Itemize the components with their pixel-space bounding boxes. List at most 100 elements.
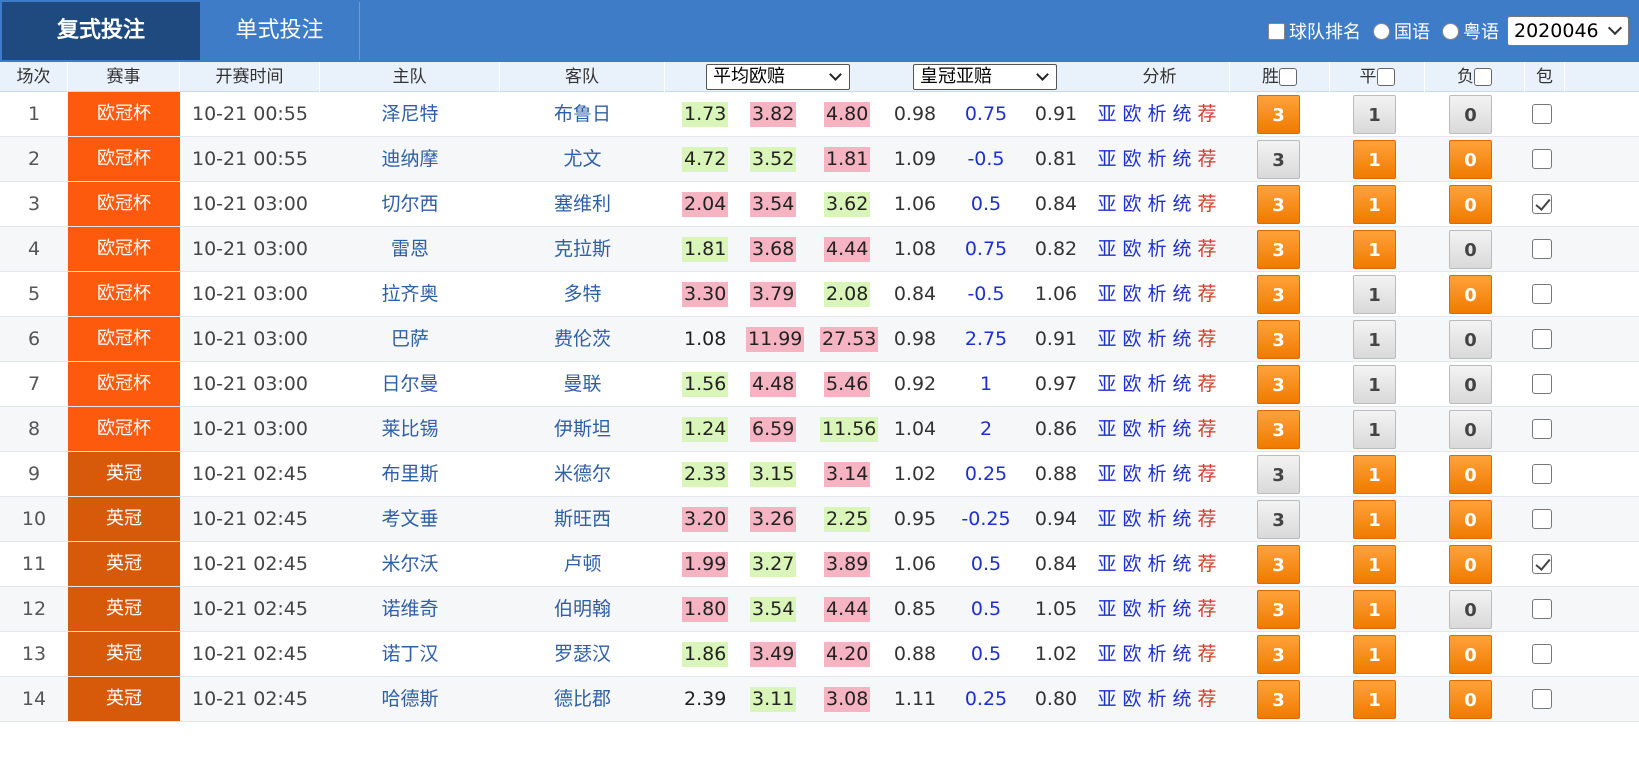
win-all-checkbox[interactable] (1279, 68, 1297, 86)
pick-loss-button[interactable]: 0 (1449, 500, 1492, 539)
stats-link[interactable]: 统 (1173, 598, 1198, 620)
recommend-link[interactable]: 荐 (1198, 463, 1223, 485)
away-team[interactable]: 曼联 (500, 362, 665, 406)
pick-draw-button[interactable]: 1 (1353, 590, 1396, 629)
pick-win-button[interactable]: 3 (1257, 635, 1300, 674)
analysis-link[interactable]: 析 (1147, 238, 1172, 260)
home-team[interactable]: 米尔沃 (320, 542, 500, 586)
stats-link[interactable]: 统 (1173, 193, 1198, 215)
euro-link[interactable]: 欧 (1122, 643, 1147, 665)
euro-link[interactable]: 欧 (1122, 328, 1147, 350)
bao-checkbox[interactable] (1532, 239, 1552, 259)
stats-link[interactable]: 统 (1173, 418, 1198, 440)
euro-odds-select[interactable]: 平均欧赔 (706, 64, 850, 90)
asian-link[interactable]: 亚 (1097, 328, 1122, 350)
pick-win-button[interactable]: 3 (1257, 545, 1300, 584)
away-team[interactable]: 尤文 (500, 137, 665, 181)
recommend-link[interactable]: 荐 (1198, 598, 1223, 620)
pick-win-button[interactable]: 3 (1257, 185, 1300, 224)
bao-checkbox[interactable] (1532, 464, 1552, 484)
bao-checkbox[interactable] (1532, 374, 1552, 394)
analysis-link[interactable]: 析 (1147, 193, 1172, 215)
euro-link[interactable]: 欧 (1122, 508, 1147, 530)
stats-link[interactable]: 统 (1173, 643, 1198, 665)
bao-checkbox[interactable] (1532, 644, 1552, 664)
tab-multi-bet[interactable]: 复式投注 (2, 2, 200, 60)
stats-link[interactable]: 统 (1173, 553, 1198, 575)
stats-link[interactable]: 统 (1173, 373, 1198, 395)
recommend-link[interactable]: 荐 (1198, 193, 1223, 215)
pick-win-button[interactable]: 3 (1257, 455, 1300, 494)
pick-draw-button[interactable]: 1 (1353, 455, 1396, 494)
away-team[interactable]: 伯明翰 (500, 587, 665, 631)
asian-link[interactable]: 亚 (1097, 103, 1122, 125)
analysis-link[interactable]: 析 (1147, 148, 1172, 170)
league-badge[interactable]: 欧冠杯 (68, 182, 180, 226)
euro-link[interactable]: 欧 (1122, 373, 1147, 395)
pick-draw-button[interactable]: 1 (1353, 140, 1396, 179)
pick-draw-button[interactable]: 1 (1353, 635, 1396, 674)
pick-loss-button[interactable]: 0 (1449, 95, 1492, 134)
bao-checkbox[interactable] (1532, 509, 1552, 529)
league-badge[interactable]: 欧冠杯 (68, 92, 180, 136)
recommend-link[interactable]: 荐 (1198, 238, 1223, 260)
pick-loss-button[interactable]: 0 (1449, 275, 1492, 314)
pick-loss-button[interactable]: 0 (1449, 635, 1492, 674)
analysis-link[interactable]: 析 (1147, 418, 1172, 440)
league-badge[interactable]: 英冠 (68, 497, 180, 541)
pick-loss-button[interactable]: 0 (1449, 455, 1492, 494)
pick-draw-button[interactable]: 1 (1353, 545, 1396, 584)
loss-all-checkbox[interactable] (1474, 68, 1492, 86)
euro-link[interactable]: 欧 (1122, 688, 1147, 710)
home-team[interactable]: 迪纳摩 (320, 137, 500, 181)
pick-loss-button[interactable]: 0 (1449, 590, 1492, 629)
pick-win-button[interactable]: 3 (1257, 230, 1300, 269)
league-badge[interactable]: 欧冠杯 (68, 137, 180, 181)
pick-win-button[interactable]: 3 (1257, 140, 1300, 179)
pick-win-button[interactable]: 3 (1257, 590, 1300, 629)
period-select[interactable]: 2020046 (1507, 16, 1629, 46)
cantonese-radio[interactable] (1442, 22, 1459, 40)
away-team[interactable]: 费伦茨 (500, 317, 665, 361)
away-team[interactable]: 克拉斯 (500, 227, 665, 271)
analysis-link[interactable]: 析 (1147, 373, 1172, 395)
analysis-link[interactable]: 析 (1147, 688, 1172, 710)
league-badge[interactable]: 英冠 (68, 587, 180, 631)
pick-draw-button[interactable]: 1 (1353, 95, 1396, 134)
league-badge[interactable]: 英冠 (68, 452, 180, 496)
analysis-link[interactable]: 析 (1147, 463, 1172, 485)
recommend-link[interactable]: 荐 (1198, 283, 1223, 305)
away-team[interactable]: 多特 (500, 272, 665, 316)
home-team[interactable]: 巴萨 (320, 317, 500, 361)
pick-draw-button[interactable]: 1 (1353, 275, 1396, 314)
pick-win-button[interactable]: 3 (1257, 275, 1300, 314)
pick-loss-button[interactable]: 0 (1449, 680, 1492, 719)
stats-link[interactable]: 统 (1173, 508, 1198, 530)
away-team[interactable]: 米德尔 (500, 452, 665, 496)
pick-loss-button[interactable]: 0 (1449, 230, 1492, 269)
asian-link[interactable]: 亚 (1097, 148, 1122, 170)
bao-checkbox[interactable] (1532, 104, 1552, 124)
pick-win-button[interactable]: 3 (1257, 410, 1300, 449)
euro-link[interactable]: 欧 (1122, 103, 1147, 125)
bao-checkbox[interactable] (1532, 329, 1552, 349)
euro-link[interactable]: 欧 (1122, 148, 1147, 170)
analysis-link[interactable]: 析 (1147, 328, 1172, 350)
recommend-link[interactable]: 荐 (1198, 328, 1223, 350)
bao-checkbox[interactable] (1532, 599, 1552, 619)
league-badge[interactable]: 欧冠杯 (68, 317, 180, 361)
home-team[interactable]: 诺维奇 (320, 587, 500, 631)
analysis-link[interactable]: 析 (1147, 508, 1172, 530)
analysis-link[interactable]: 析 (1147, 553, 1172, 575)
euro-link[interactable]: 欧 (1122, 238, 1147, 260)
home-team[interactable]: 雷恩 (320, 227, 500, 271)
pick-loss-button[interactable]: 0 (1449, 410, 1492, 449)
asian-link[interactable]: 亚 (1097, 553, 1122, 575)
draw-all-checkbox[interactable] (1376, 68, 1395, 86)
pick-draw-button[interactable]: 1 (1353, 320, 1396, 359)
home-team[interactable]: 布里斯 (320, 452, 500, 496)
recommend-link[interactable]: 荐 (1198, 103, 1223, 125)
home-team[interactable]: 哈德斯 (320, 677, 500, 721)
bao-checkbox[interactable] (1532, 554, 1552, 574)
mandarin-radio[interactable] (1373, 22, 1390, 40)
